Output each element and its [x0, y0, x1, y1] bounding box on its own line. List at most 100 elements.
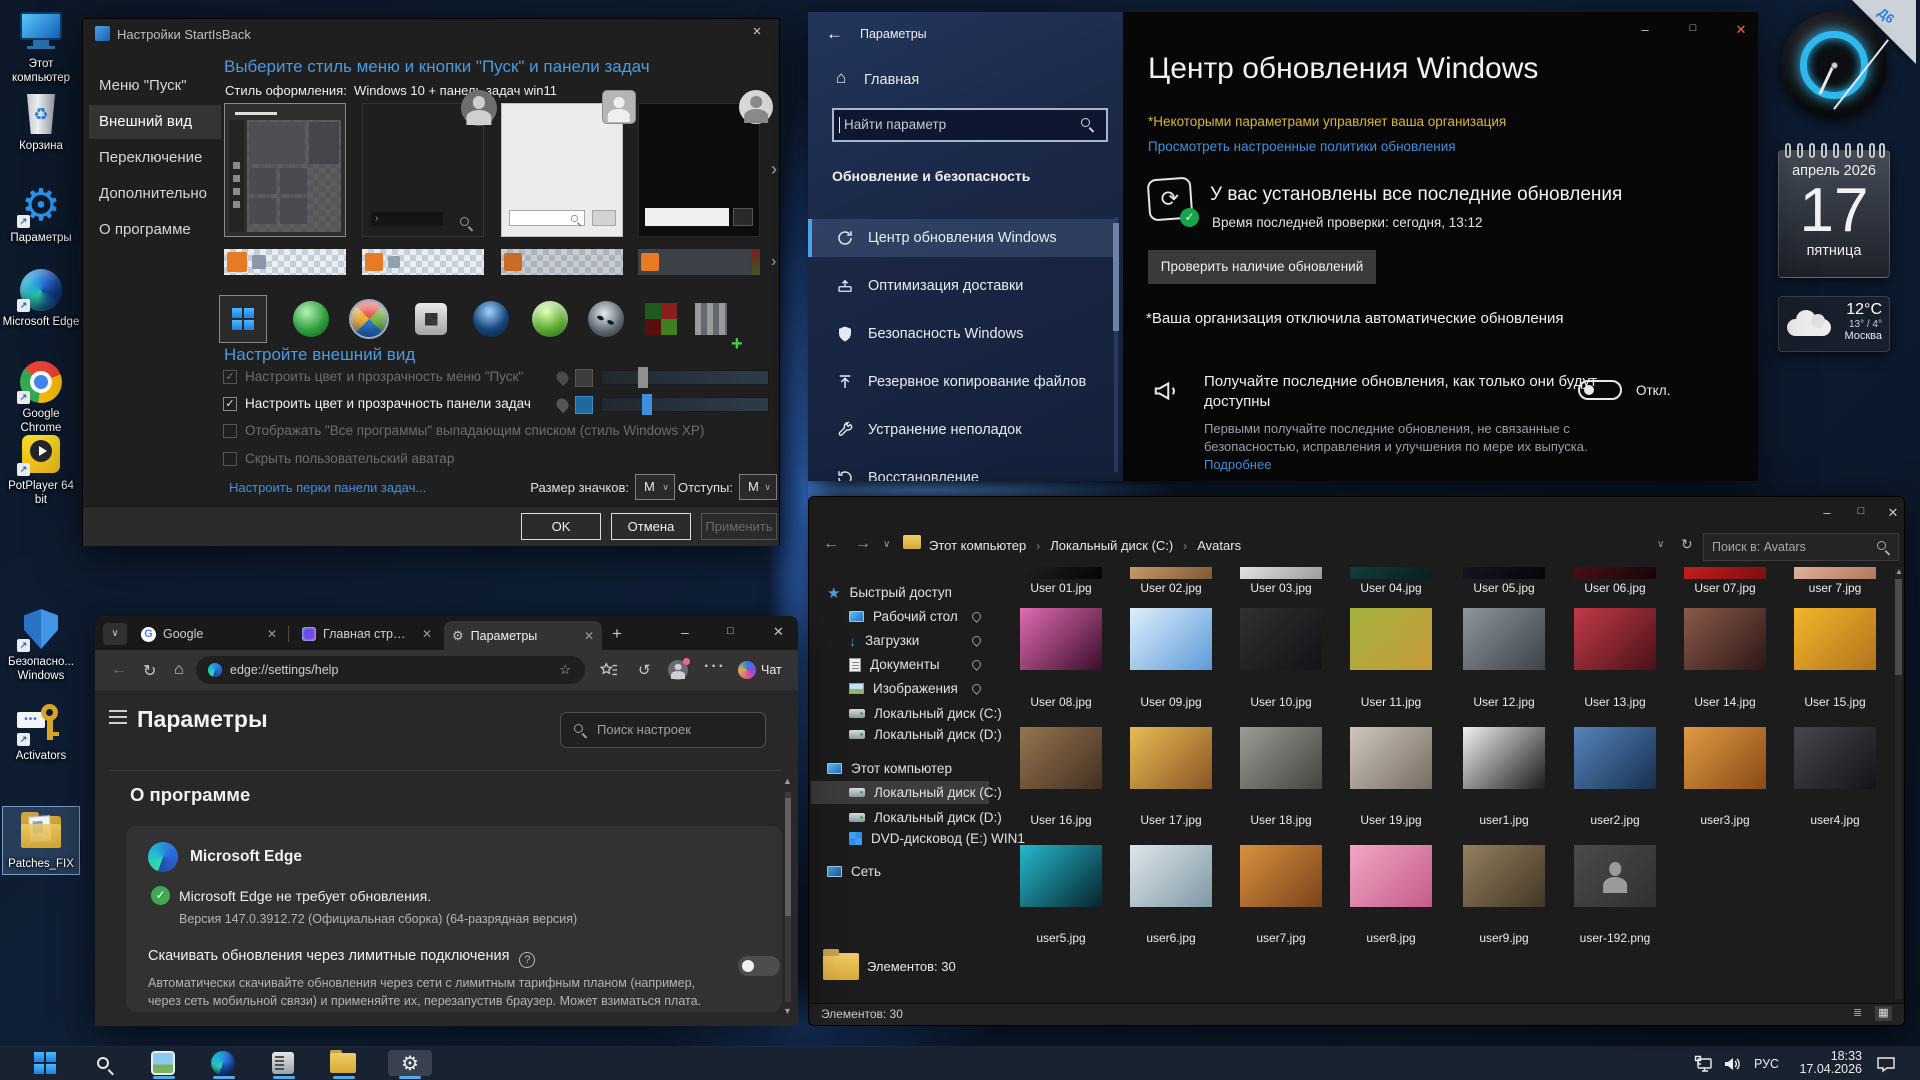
- settings-nav-item-1[interactable]: Центр обновления Windows: [808, 219, 1118, 257]
- back-arrow-icon[interactable]: ←: [826, 24, 843, 44]
- file-item[interactable]: User 04.jpg: [1338, 567, 1444, 597]
- check-updates-button[interactable]: Проверить наличие обновлений: [1148, 250, 1376, 284]
- breadcrumb-item[interactable]: Avatars: [1197, 538, 1241, 553]
- close-icon[interactable]: ✕: [1728, 22, 1754, 42]
- taskbar-style-preview-3[interactable]: [501, 249, 623, 275]
- sib-nav-start-menu[interactable]: Меню "Пуск": [89, 69, 221, 103]
- explorer-nav-item[interactable]: Документы: [811, 653, 989, 676]
- file-item[interactable]: User 19.jpg: [1338, 727, 1444, 829]
- tab-google[interactable]: G Google ✕: [133, 621, 285, 647]
- taskbar-style-preview-2[interactable]: [362, 249, 484, 275]
- spacing-select[interactable]: M∨: [739, 474, 777, 500]
- taskbar-settings-app[interactable]: ⚙: [388, 1050, 432, 1076]
- scroll-up-icon[interactable]: ▲: [783, 776, 792, 786]
- tab-close-icon[interactable]: ✕: [267, 627, 277, 641]
- start-button-style-green-orb[interactable]: [532, 301, 568, 337]
- back-arrow-icon[interactable]: ←: [823, 535, 839, 553]
- chevron-right-icon[interactable]: ›: [771, 253, 776, 271]
- scrollbar-thumb[interactable]: [1895, 579, 1902, 675]
- back-arrow-icon[interactable]: ←: [111, 661, 127, 679]
- close-icon[interactable]: ✕: [773, 624, 784, 640]
- settings-nav-item-4[interactable]: Резервное копирование файлов: [808, 363, 1118, 401]
- file-item[interactable]: user 7.jpg: [1782, 567, 1888, 597]
- desktop-icon-edge[interactable]: ↗ Microsoft Edge: [2, 268, 80, 329]
- file-item[interactable]: User 16.jpg: [1008, 727, 1114, 829]
- explorer-nav-item[interactable]: Локальный диск (D:): [811, 806, 989, 829]
- apply-button[interactable]: Применить: [701, 513, 777, 540]
- network-tray-icon[interactable]: [1694, 1047, 1714, 1080]
- history-icon[interactable]: ↺: [638, 661, 651, 679]
- settings-search-input[interactable]: Найти параметр: [832, 108, 1108, 142]
- sib-nav-advanced[interactable]: Дополнительно: [89, 177, 221, 211]
- maximize-icon[interactable]: □: [727, 625, 734, 637]
- scrollbar-thumb[interactable]: [1113, 223, 1119, 331]
- menu-style-preview-dark[interactable]: ›: [362, 103, 484, 237]
- startmenu-color-swatch[interactable]: [575, 369, 593, 387]
- more-menu-icon[interactable]: ···: [704, 658, 726, 676]
- favorites-list-icon[interactable]: [600, 662, 618, 678]
- maximize-icon[interactable]: □: [1848, 505, 1874, 525]
- checkbox-startmenu-color[interactable]: ✓Настроить цвет и прозрачность меню "Пус…: [223, 369, 523, 384]
- minimize-icon[interactable]: –: [1632, 22, 1658, 42]
- scrollbar-thumb[interactable]: [785, 798, 791, 916]
- taskbar-style-preview-4[interactable]: [638, 249, 760, 275]
- tab-search-chevron-icon[interactable]: ∨: [103, 623, 127, 645]
- taskbar-startisback-app[interactable]: [268, 1050, 298, 1076]
- breadcrumb-item[interactable]: Локальный диск (C:): [1050, 538, 1173, 553]
- file-item[interactable]: User 11.jpg: [1338, 608, 1444, 711]
- file-item[interactable]: User 08.jpg: [1008, 608, 1114, 711]
- copilot-icon[interactable]: [738, 661, 756, 679]
- taskbar-perks-link[interactable]: Настроить перки панели задач...: [229, 480, 426, 495]
- hamburger-menu-icon[interactable]: [109, 716, 127, 718]
- forward-arrow-icon[interactable]: →: [855, 535, 871, 553]
- minimize-icon[interactable]: –: [681, 624, 689, 640]
- file-item[interactable]: user-192.png: [1562, 845, 1668, 947]
- explorer-nav-item[interactable]: Локальный диск (D:): [811, 723, 989, 746]
- volume-tray-icon[interactable]: [1722, 1047, 1742, 1080]
- help-question-icon[interactable]: ?: [519, 952, 535, 968]
- scrollbar-track[interactable]: [1114, 217, 1118, 472]
- file-item[interactable]: User 13.jpg: [1562, 608, 1668, 711]
- recent-locations-icon[interactable]: ∨: [883, 539, 890, 550]
- file-item[interactable]: User 10.jpg: [1228, 608, 1334, 711]
- view-thumbnails-icon[interactable]: ▦: [1875, 1006, 1892, 1021]
- file-item[interactable]: user6.jpg: [1118, 845, 1224, 947]
- file-item[interactable]: user5.jpg: [1008, 845, 1114, 947]
- file-item[interactable]: user7.jpg: [1228, 845, 1334, 947]
- file-item[interactable]: User 02.jpg: [1118, 567, 1224, 597]
- language-indicator[interactable]: РУС: [1754, 1047, 1779, 1080]
- start-button-style-clover[interactable]: [293, 301, 329, 337]
- desktop-icon-patches-fix[interactable]: Patches_FIX: [2, 806, 80, 875]
- desktop-icon-activators[interactable]: •••↗ Activators: [2, 702, 80, 763]
- taskbar-photos-app[interactable]: [148, 1050, 178, 1076]
- start-button-style-win11[interactable]: [219, 295, 267, 343]
- taskbar-opacity-slider[interactable]: [601, 397, 769, 412]
- tray-clock[interactable]: 18:33 17.04.2026: [1796, 1047, 1862, 1080]
- scrollbar-track[interactable]: [785, 792, 791, 1002]
- minimize-icon[interactable]: –: [1814, 505, 1840, 525]
- desktop-icon-recycle-bin[interactable]: ♻ Корзина: [2, 92, 80, 153]
- taskbar-edge-app[interactable]: [208, 1050, 238, 1076]
- edge-settings-search-input[interactable]: Поиск настроек: [560, 712, 766, 748]
- explorer-nav-item[interactable]: ↓Загрузки: [811, 629, 989, 652]
- desktop-icon-chrome[interactable]: ↗ Google Chrome: [2, 360, 80, 435]
- start-button-style-checker[interactable]: [645, 303, 677, 335]
- explorer-nav-item[interactable]: Изображения: [811, 677, 989, 700]
- desktop-icon-this-pc[interactable]: Этот компьютер: [2, 10, 80, 85]
- settings-home-link[interactable]: Главная: [864, 72, 919, 88]
- more-link[interactable]: Подробнее: [1204, 457, 1271, 472]
- updates-toggle[interactable]: [1578, 380, 1622, 400]
- favorite-star-icon[interactable]: ☆: [559, 662, 571, 678]
- settings-nav-item-5[interactable]: Устранение неполадок: [808, 411, 1118, 449]
- icon-size-select[interactable]: M∨: [635, 474, 675, 500]
- file-item[interactable]: User 06.jpg: [1562, 567, 1668, 597]
- scrollbar-track[interactable]: ▲: [1895, 567, 1902, 999]
- scroll-up-icon[interactable]: ▲: [1895, 567, 1902, 576]
- file-item[interactable]: User 12.jpg: [1451, 608, 1557, 711]
- startmenu-opacity-slider[interactable]: [601, 370, 769, 385]
- taskbar-explorer-app[interactable]: [328, 1050, 358, 1076]
- file-item[interactable]: User 17.jpg: [1118, 727, 1224, 829]
- policies-link[interactable]: Просмотреть настроенные политики обновле…: [1148, 139, 1456, 154]
- start-button-style-vista-orb[interactable]: [473, 301, 509, 337]
- file-item[interactable]: user3.jpg: [1672, 727, 1778, 829]
